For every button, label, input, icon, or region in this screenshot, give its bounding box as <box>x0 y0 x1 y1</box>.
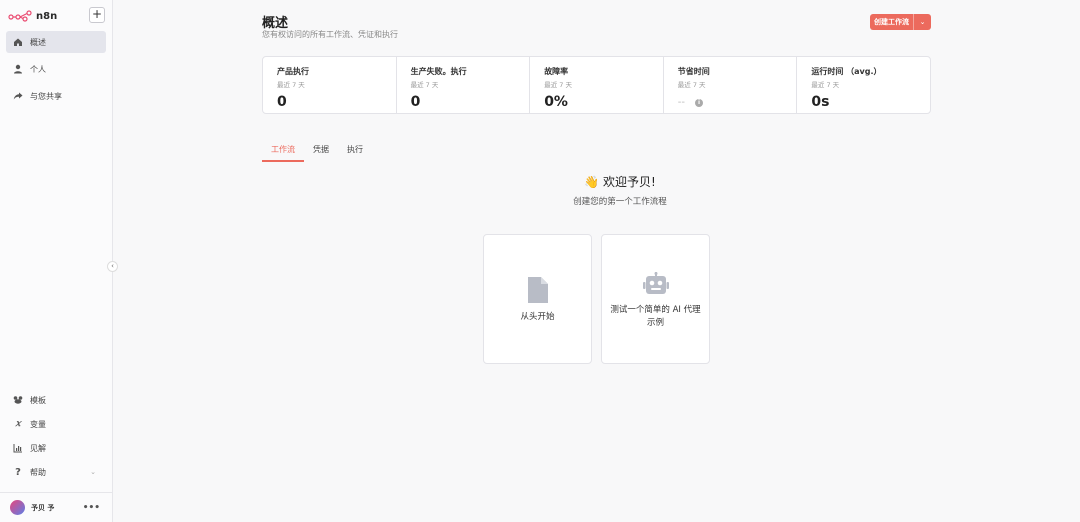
stat-label: 运行时间 （avg.） <box>811 67 882 76</box>
content-tabs: 工作流 凭据 执行 <box>262 142 372 162</box>
sidebar: n8n + 概述 个人 与您共享 ‹ 模板 𝑥 变量 见解 ? 帮助 ⌄ 予贝 … <box>0 0 118 522</box>
stat-value: 0s <box>811 94 830 110</box>
user-icon <box>13 64 23 74</box>
add-button[interactable]: + <box>89 7 105 23</box>
stat-value: -- <box>677 97 685 108</box>
stat-period: 最近 7 天 <box>677 81 706 89</box>
stat-period: 最近 7 天 <box>410 81 439 89</box>
sidebar-nav-top: 概述 个人 与您共享 <box>6 31 106 112</box>
stat-value: 0% <box>544 94 568 110</box>
stat-run-time[interactable]: 运行时间 （avg.） 最近 7 天 0s <box>797 57 930 113</box>
more-options-icon[interactable]: ••• <box>83 503 100 513</box>
stat-failure-rate[interactable]: 故障率 最近 7 天 0% <box>530 57 664 113</box>
create-workflow-button[interactable]: 创建工作流 <box>870 14 914 30</box>
stat-time-saved[interactable]: 节省时间 最近 7 天 -- i <box>664 57 798 113</box>
stat-value: 0 <box>277 94 287 110</box>
sidebar-item-label: 概述 <box>30 37 46 47</box>
user-name: 予贝 予 <box>31 503 55 512</box>
sidebar-item-templates[interactable]: 模板 <box>6 390 106 410</box>
create-workflow-button-group: 创建工作流 ⌄ <box>870 14 931 30</box>
stats-panel: 产品执行 最近 7 天 0 生产失败。执行 最近 7 天 0 故障率 最近 7 … <box>262 56 931 114</box>
app-name: n8n <box>36 10 58 22</box>
sidebar-item-label: 个人 <box>30 64 46 74</box>
share-icon <box>13 91 23 101</box>
sidebar-item-personal[interactable]: 个人 <box>6 58 106 80</box>
sidebar-item-shared[interactable]: 与您共享 <box>6 85 106 107</box>
card-label: 从头开始 <box>520 312 555 322</box>
sidebar-item-overview[interactable]: 概述 <box>6 31 106 53</box>
sidebar-item-help[interactable]: ? 帮助 ⌄ <box>6 462 106 482</box>
stat-label: 节省时间 <box>677 67 710 76</box>
chevron-down-icon: ⌄ <box>90 468 96 476</box>
sidebar-item-label: 模板 <box>30 395 46 405</box>
sidebar-item-variables[interactable]: 𝑥 变量 <box>6 414 106 434</box>
stat-label: 生产失败。执行 <box>410 67 467 76</box>
stat-label: 故障率 <box>544 67 569 76</box>
avatar <box>10 500 25 515</box>
sidebar-item-label: 帮助 <box>30 467 46 477</box>
start-from-scratch-card[interactable]: 从头开始 <box>483 234 592 364</box>
templates-icon <box>13 395 23 405</box>
stat-label: 产品执行 <box>277 67 309 76</box>
robot-icon <box>602 272 709 296</box>
stat-value: 0 <box>410 94 421 110</box>
sidebar-item-label: 与您共享 <box>30 91 62 101</box>
stat-value-row: -- i <box>678 97 797 108</box>
n8n-logo-icon <box>8 10 32 22</box>
create-dropdown-button[interactable]: ⌄ <box>914 14 931 30</box>
ai-agent-example-card[interactable]: 测试一个简单的 AI 代理示例 <box>601 234 710 364</box>
card-label: 测试一个简单的 AI 代理示例 <box>610 305 701 328</box>
help-icon: ? <box>15 466 21 478</box>
tab-credentials[interactable]: 凭据 <box>304 142 338 162</box>
tab-workflows[interactable]: 工作流 <box>262 142 304 162</box>
sidebar-nav-bottom: 模板 𝑥 变量 见解 ? 帮助 ⌄ <box>6 390 106 486</box>
sidebar-item-insights[interactable]: 见解 <box>6 438 106 458</box>
page-subtitle: 您有权访问的所有工作流、凭证和执行 <box>262 30 398 39</box>
stat-failed-executions[interactable]: 生产失败。执行 最近 7 天 0 <box>397 57 531 113</box>
sidebar-item-label: 变量 <box>30 419 46 429</box>
welcome-subtitle: 创建您的第一个工作流程 <box>573 197 667 207</box>
stat-period: 最近 7 天 <box>811 81 840 89</box>
tab-executions[interactable]: 执行 <box>338 142 372 162</box>
file-icon <box>484 277 591 303</box>
stat-period: 最近 7 天 <box>544 81 572 89</box>
stat-prod-executions[interactable]: 产品执行 最近 7 天 0 <box>263 57 397 113</box>
home-icon <box>13 37 23 47</box>
info-icon[interactable]: i <box>695 98 703 107</box>
collapse-sidebar-button[interactable]: ‹ <box>107 261 118 272</box>
insights-icon <box>13 443 23 453</box>
user-menu[interactable]: 予贝 予 ••• <box>0 492 112 522</box>
variables-icon: 𝑥 <box>15 419 21 429</box>
sidebar-item-label: 见解 <box>30 443 46 453</box>
welcome-heading: 👋 欢迎予贝! <box>584 175 656 189</box>
stat-period: 最近 7 天 <box>277 81 305 89</box>
